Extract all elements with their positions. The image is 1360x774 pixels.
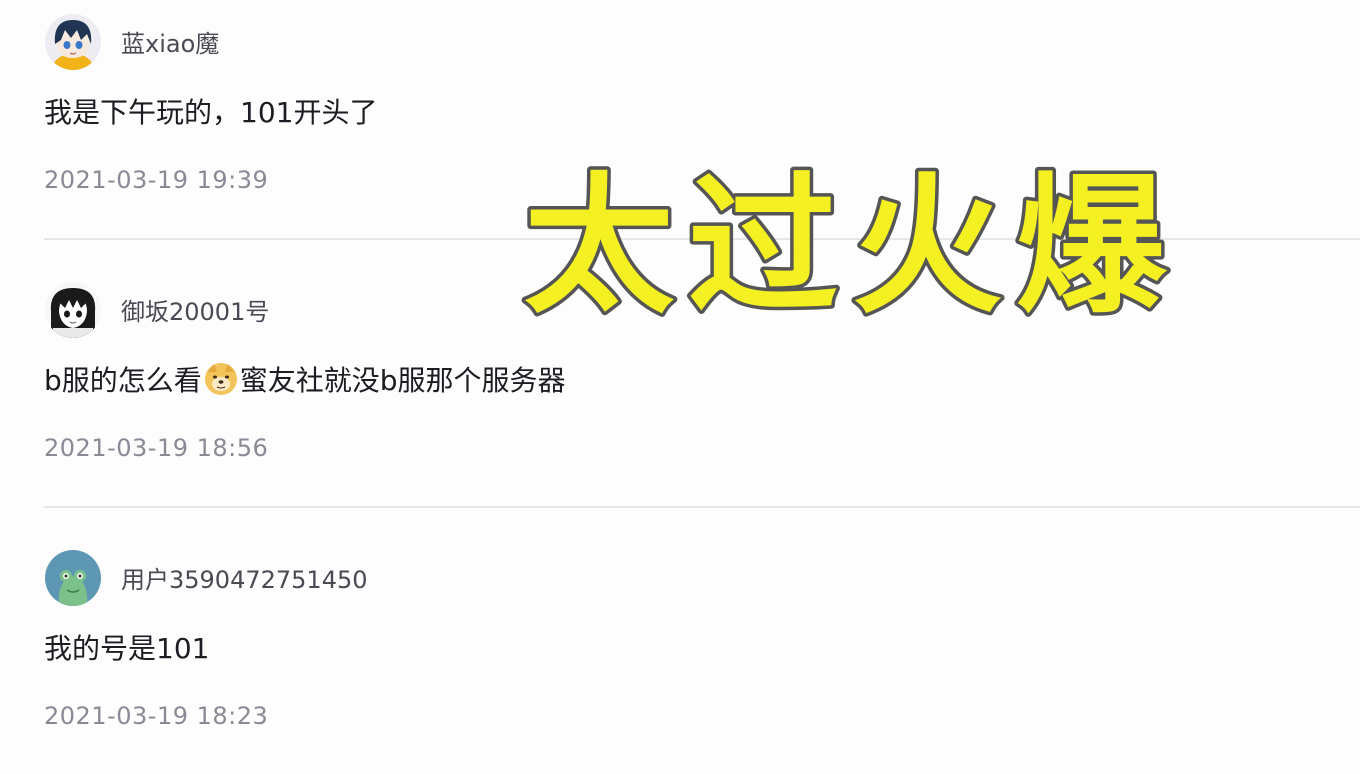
user-avatar[interactable] <box>45 282 101 338</box>
comment-timestamp: 2021-03-19 19:39 <box>44 166 269 194</box>
comment-text-part: b服的怎么看 <box>44 364 202 397</box>
overlay-caption-text: 太过火爆 <box>524 160 1180 334</box>
comment-item: 用户3590472751450 我的号是101 2021-03-19 18:23 <box>0 508 1360 774</box>
user-avatar[interactable] <box>45 550 101 606</box>
comment-text-part: 蜜友社就没b服那个服务器 <box>239 364 566 397</box>
comment-text: 我的号是101 <box>44 632 210 665</box>
overlay-caption: 太过火爆 <box>512 160 1192 340</box>
anime-avatar-blue-hair-icon <box>45 14 101 70</box>
comment-timestamp: 2021-03-19 18:23 <box>44 702 269 730</box>
username[interactable]: 蓝xiao魔 <box>121 24 219 59</box>
anime-avatar-manga-girl-icon <box>45 282 101 338</box>
username[interactable]: 御坂20001号 <box>121 292 269 327</box>
comment-text: 我是下午玩的，101开头了 <box>44 96 378 129</box>
green-frog-avatar-icon <box>45 550 101 606</box>
username[interactable]: 用户3590472751450 <box>121 560 368 595</box>
user-avatar[interactable] <box>45 14 101 70</box>
comment-timestamp: 2021-03-19 18:56 <box>44 434 269 462</box>
doge-emoji-icon <box>204 362 238 396</box>
comment-text: b服的怎么看 蜜友社就没b服那个服务器 <box>44 360 566 398</box>
